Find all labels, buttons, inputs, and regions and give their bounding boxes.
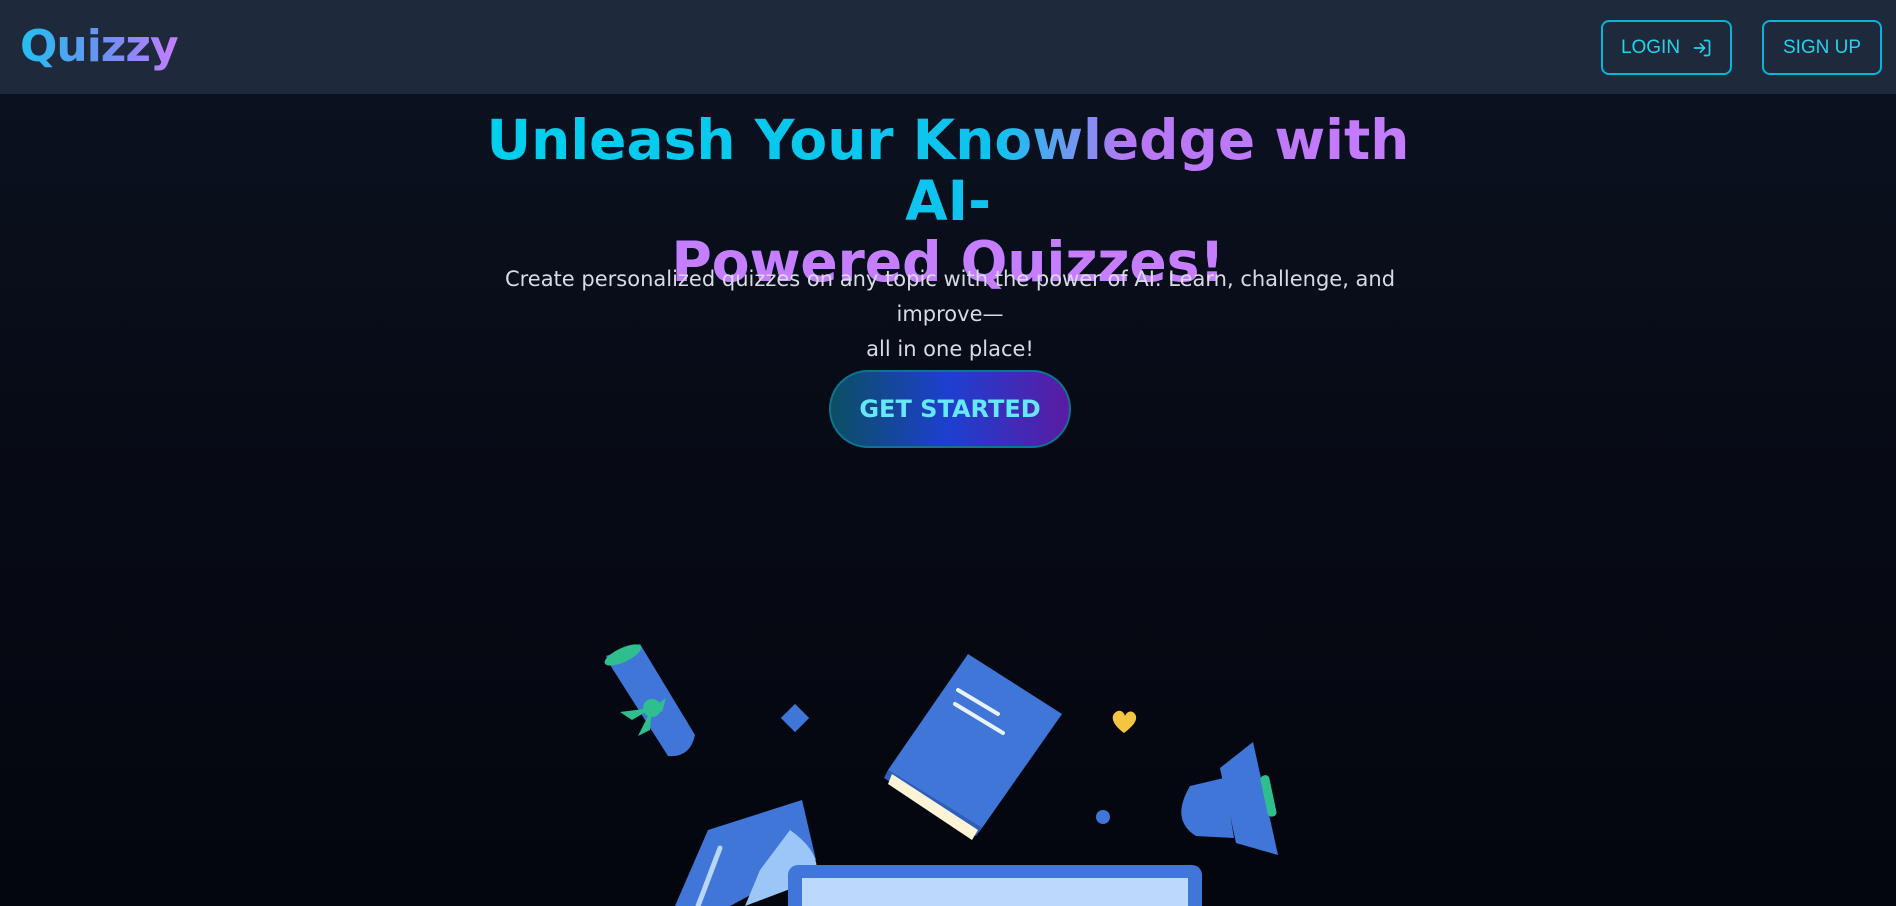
dot-shape <box>1096 810 1110 824</box>
book-icon <box>884 654 1062 840</box>
laptop-screen-icon <box>788 865 1202 906</box>
landing-page: Quizzy LOGIN SIGN UP Unleash Your Knowle… <box>0 0 1896 906</box>
diploma-scroll-icon <box>604 644 695 757</box>
heart-icon <box>1112 710 1137 733</box>
diamond-shape <box>780 703 810 733</box>
hero-illustration <box>604 644 1278 906</box>
megaphone-icon <box>1181 742 1278 855</box>
